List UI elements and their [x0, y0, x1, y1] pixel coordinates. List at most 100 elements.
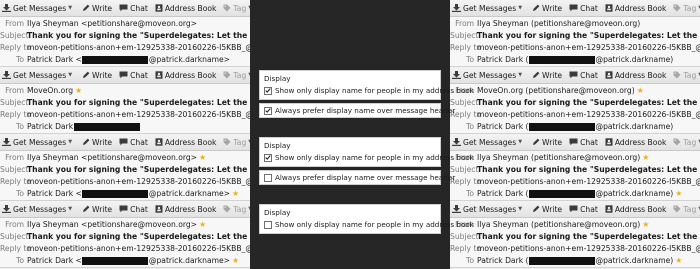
- sender-name[interactable]: Ilya Sheyman <petitionshare@moveon.org>: [27, 153, 197, 162]
- to-value[interactable]: Patrick Dark < @patrick.darkname> ★: [27, 256, 239, 266]
- from-value[interactable]: Ilya Sheyman (petitionshare@moveon.org) ★: [477, 220, 649, 229]
- chat-button[interactable]: Chat: [119, 138, 148, 147]
- recipient-name[interactable]: Patrick Dark <: [27, 256, 82, 265]
- chat-button[interactable]: Chat: [119, 71, 148, 80]
- write-button[interactable]: Write: [82, 205, 112, 214]
- reply-to-value[interactable]: moveon-petitions-anon+em-12925338-201602…: [27, 244, 250, 253]
- to-value[interactable]: Patrick Dark < @patrick.darkname>: [27, 55, 230, 65]
- from-value[interactable]: Ilya Sheyman <petitionshare@moveon.org> ★: [27, 220, 206, 229]
- to-value[interactable]: Patrick Dark: [27, 122, 140, 132]
- chevron-down-icon[interactable]: ▼: [68, 206, 72, 212]
- address-book-button[interactable]: Address Book: [605, 138, 666, 147]
- write-button[interactable]: Write: [532, 138, 562, 147]
- checkbox[interactable]: [264, 153, 272, 162]
- to-value[interactable]: Patrick Dark (@patrick.darkname) ★: [477, 189, 682, 199]
- to-value[interactable]: Patrick Dark < @patrick.darkname> ★: [27, 189, 239, 199]
- chevron-down-icon[interactable]: ▼: [518, 5, 522, 11]
- tag-button[interactable]: Tag ▼: [223, 4, 250, 13]
- chat-button[interactable]: Chat: [569, 138, 598, 147]
- sender-name[interactable]: MoveOn.org: [27, 86, 73, 95]
- star-icon[interactable]: ★: [642, 220, 649, 229]
- checkbox[interactable]: [264, 86, 272, 95]
- get-messages-button[interactable]: Get Messages ▼: [2, 205, 72, 214]
- chevron-down-icon[interactable]: ▼: [518, 206, 522, 212]
- star-icon[interactable]: ★: [675, 189, 682, 198]
- tag-button[interactable]: Tag ▼: [673, 71, 700, 80]
- get-messages-button[interactable]: Get Messages ▼: [2, 138, 72, 147]
- get-messages-button[interactable]: Get Messages ▼: [452, 71, 522, 80]
- get-messages-button[interactable]: Get Messages ▼: [452, 205, 522, 214]
- from-value[interactable]: Ilya Sheyman <petitionshare@moveon.org> ★: [27, 153, 206, 162]
- always-prefer-display-name-option[interactable]: Always prefer display name over message …: [259, 103, 455, 118]
- recipient-name[interactable]: Patrick Dark (: [477, 189, 528, 198]
- from-value[interactable]: Ilya Sheyman <petitionshare@moveon.org>: [27, 19, 197, 28]
- write-button[interactable]: Write: [532, 4, 562, 13]
- reply-to-value[interactable]: moveon-petitions-anon+em-12925338-201602…: [477, 110, 700, 119]
- chevron-down-icon[interactable]: ▼: [518, 139, 522, 145]
- to-value[interactable]: Patrick Dark (@patrick.darkname): [477, 55, 673, 65]
- address-book-button[interactable]: Address Book: [155, 205, 216, 214]
- write-button[interactable]: Write: [82, 4, 112, 13]
- recipient-name[interactable]: Patrick Dark (: [477, 122, 528, 131]
- reply-to-value[interactable]: moveon-petitions-anon+em-12925338-201602…: [477, 177, 700, 186]
- reply-to-value[interactable]: moveon-petitions-anon+em-12925338-201602…: [27, 110, 250, 119]
- address-book-button[interactable]: Address Book: [605, 205, 666, 214]
- chat-button[interactable]: Chat: [119, 205, 148, 214]
- show-only-display-name-option[interactable]: Show only display name for people in my …: [260, 85, 474, 99]
- sender-name[interactable]: MoveOn.org (petitionshare@moveon.org): [477, 86, 635, 95]
- from-value[interactable]: MoveOn.org ★: [27, 86, 82, 95]
- from-value[interactable]: Ilya Sheyman (petitionshare@moveon.org) ★: [477, 153, 649, 162]
- recipient-name[interactable]: Patrick Dark: [27, 122, 73, 131]
- show-only-display-name-option[interactable]: Show only display name for people in my …: [260, 219, 474, 233]
- address-book-button[interactable]: Address Book: [605, 71, 666, 80]
- tag-button[interactable]: Tag ▼: [673, 138, 700, 147]
- recipient-name[interactable]: Patrick Dark <: [27, 55, 82, 64]
- checkbox[interactable]: [264, 173, 272, 182]
- recipient-name[interactable]: Patrick Dark <: [27, 189, 82, 198]
- address-book-button[interactable]: Address Book: [155, 138, 216, 147]
- star-icon[interactable]: ★: [199, 153, 206, 162]
- checkbox[interactable]: [264, 106, 272, 115]
- star-icon[interactable]: ★: [637, 86, 644, 95]
- address-book-button[interactable]: Address Book: [155, 71, 216, 80]
- from-value[interactable]: Ilya Sheyman (petitionshare@moveon.org): [477, 19, 640, 28]
- get-messages-button[interactable]: Get Messages ▼: [2, 71, 72, 80]
- tag-button[interactable]: Tag ▼: [673, 205, 700, 214]
- write-button[interactable]: Write: [82, 138, 112, 147]
- write-button[interactable]: Write: [82, 71, 112, 80]
- star-icon[interactable]: ★: [232, 256, 239, 265]
- recipient-name[interactable]: Patrick Dark (: [477, 55, 528, 64]
- write-button[interactable]: Write: [532, 205, 562, 214]
- address-book-button[interactable]: Address Book: [155, 4, 216, 13]
- show-only-display-name-option[interactable]: Show only display name for people in my …: [260, 152, 474, 166]
- address-book-button[interactable]: Address Book: [605, 4, 666, 13]
- tag-button[interactable]: Tag ▼: [223, 205, 250, 214]
- chevron-down-icon[interactable]: ▼: [68, 5, 72, 11]
- sender-name[interactable]: Ilya Sheyman <petitionshare@moveon.org>: [27, 220, 197, 229]
- write-button[interactable]: Write: [532, 71, 562, 80]
- reply-to-value[interactable]: moveon-petitions-anon+em-12925338-201602…: [477, 43, 700, 52]
- recipient-name[interactable]: Patrick Dark (: [477, 256, 528, 265]
- star-icon[interactable]: ★: [675, 256, 682, 265]
- get-messages-button[interactable]: Get Messages ▼: [452, 4, 522, 13]
- tag-button[interactable]: Tag ▼: [223, 138, 250, 147]
- chevron-down-icon[interactable]: ▼: [68, 139, 72, 145]
- sender-name[interactable]: Ilya Sheyman (petitionshare@moveon.org): [477, 220, 640, 229]
- sender-name[interactable]: Ilya Sheyman (petitionshare@moveon.org): [477, 19, 640, 28]
- chat-button[interactable]: Chat: [119, 4, 148, 13]
- tag-button[interactable]: Tag ▼: [673, 4, 700, 13]
- reply-to-value[interactable]: moveon-petitions-anon+em-12925338-201602…: [27, 177, 250, 186]
- chat-button[interactable]: Chat: [569, 71, 598, 80]
- to-value[interactable]: Patrick Dark (@patrick.darkname) ★: [477, 256, 682, 266]
- star-icon[interactable]: ★: [199, 220, 206, 229]
- get-messages-button[interactable]: Get Messages ▼: [452, 138, 522, 147]
- star-icon[interactable]: ★: [642, 153, 649, 162]
- reply-to-value[interactable]: moveon-petitions-anon+em-12925338-201602…: [27, 43, 250, 52]
- chevron-down-icon[interactable]: ▼: [68, 72, 72, 78]
- get-messages-button[interactable]: Get Messages ▼: [2, 4, 72, 13]
- checkbox[interactable]: [264, 220, 272, 229]
- star-icon[interactable]: ★: [232, 189, 239, 198]
- tag-button[interactable]: Tag ▼: [223, 71, 250, 80]
- from-value[interactable]: MoveOn.org (petitionshare@moveon.org) ★: [477, 86, 644, 95]
- always-prefer-display-name-option[interactable]: Always prefer display name over message …: [259, 170, 455, 185]
